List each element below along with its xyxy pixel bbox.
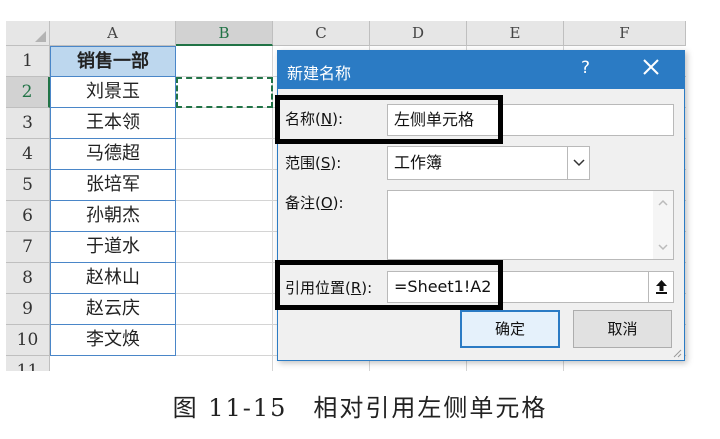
row-header-6[interactable]: 6 — [6, 201, 50, 232]
column-header-a[interactable]: A — [50, 21, 176, 46]
comment-textarea[interactable] — [387, 190, 674, 260]
selected-cell-b2[interactable] — [176, 77, 273, 108]
column-header-f[interactable]: F — [564, 21, 686, 46]
cell-a6[interactable]: 孙朝杰 — [50, 201, 176, 232]
row-header-9[interactable]: 9 — [6, 294, 50, 325]
cell-a5[interactable]: 张培军 — [50, 170, 176, 201]
refers-to-highlight-box — [275, 260, 503, 310]
cell-a10[interactable]: 李文焕 — [50, 325, 176, 356]
dialog-title: 新建名称 — [287, 64, 352, 83]
select-all-corner[interactable] — [6, 21, 50, 46]
figure-caption: 图 11-15 相对引用左侧单元格 — [172, 394, 548, 422]
cell-a2[interactable]: 刘景玉 — [50, 77, 176, 108]
cell-a4[interactable]: 马德超 — [50, 139, 176, 170]
ok-button[interactable]: 确定 — [460, 310, 560, 348]
row-header-2[interactable]: 2 — [6, 77, 50, 108]
dialog-titlebar[interactable]: 新建名称 ? — [278, 51, 684, 89]
row-header-10[interactable]: 10 — [6, 325, 50, 356]
cell-a9[interactable]: 赵云庆 — [50, 294, 176, 325]
cell-a1[interactable]: 销售一部 — [50, 46, 176, 77]
chevron-down-icon[interactable] — [567, 147, 589, 179]
scope-label: 范围(S): — [285, 154, 342, 172]
collapse-dialog-icon[interactable] — [648, 272, 673, 302]
scope-value: 工作簿 — [394, 153, 443, 172]
row-header-8[interactable]: 8 — [6, 263, 50, 294]
scope-select[interactable]: 工作簿 — [387, 146, 590, 180]
name-highlight-box — [275, 95, 503, 144]
help-button[interactable]: ? — [581, 58, 590, 78]
row-header-7[interactable]: 7 — [6, 232, 50, 263]
comment-label: 备注(O): — [285, 194, 344, 212]
row-header-1[interactable]: 1 — [6, 46, 50, 77]
column-header-e[interactable]: E — [467, 21, 564, 46]
resize-grip-icon[interactable] — [672, 348, 682, 358]
comment-scrollbar[interactable] — [653, 191, 673, 259]
row-header-11[interactable]: 11 — [6, 356, 50, 371]
column-header-b[interactable]: B — [176, 21, 273, 46]
row-header-3[interactable]: 3 — [6, 108, 50, 139]
cancel-button[interactable]: 取消 — [573, 310, 672, 348]
column-header-c[interactable]: C — [273, 21, 370, 46]
cell-a3[interactable]: 王本领 — [50, 108, 176, 139]
cell-a8[interactable]: 赵林山 — [50, 263, 176, 294]
row-header-5[interactable]: 5 — [6, 170, 50, 201]
column-header-d[interactable]: D — [370, 21, 467, 46]
row-header-4[interactable]: 4 — [6, 139, 50, 170]
close-icon[interactable] — [640, 56, 662, 78]
cell-a7[interactable]: 于道水 — [50, 232, 176, 263]
